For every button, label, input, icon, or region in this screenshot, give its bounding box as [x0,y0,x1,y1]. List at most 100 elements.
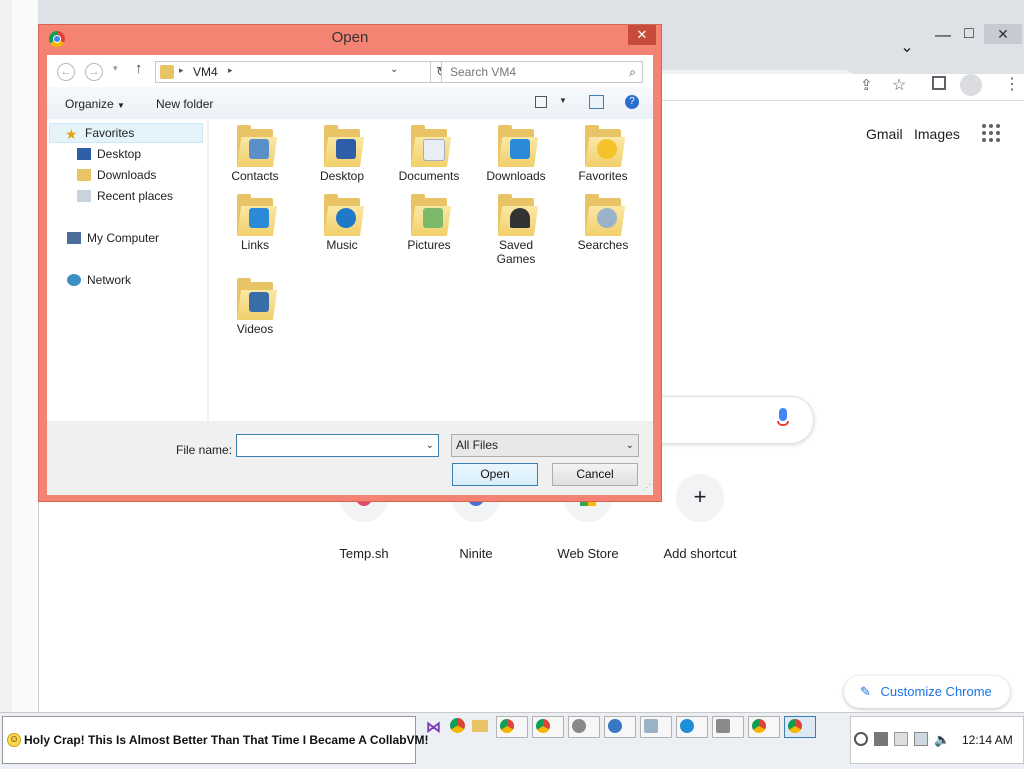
organize-button[interactable]: Organize ▼ [65,97,125,111]
taskbar-app-button[interactable] [568,716,600,738]
nav-label: Favorites [85,126,135,140]
links-folder-icon [237,192,278,236]
nav-label: My Computer [87,231,160,245]
folder-label: Music [326,238,358,252]
view-options-icon[interactable] [535,96,547,108]
folder-pictures[interactable]: Pictures [387,192,471,252]
gmail-link[interactable]: Gmail [866,126,903,142]
shortcut-label: Web Store [557,546,619,561]
folder-documents[interactable]: Documents [387,123,471,183]
explorer-taskbar-icon[interactable] [472,720,488,732]
microphone-icon[interactable] [776,408,790,430]
side-panel-icon[interactable] [932,76,946,90]
open-button[interactable]: Open [452,463,538,486]
open-file-dialog: Open ✕ ← → ▾ ↑ ▸ VM4 ▸ ⌄ ↻ Search VM4 ⌕ … [38,24,662,502]
resize-grip-icon[interactable]: ⋰ [643,483,651,492]
up-icon[interactable]: ↑ [135,60,143,77]
folder-label: Favorites [578,169,628,183]
back-icon[interactable]: ← [57,63,75,81]
globe-icon [608,719,622,733]
folder-favorites[interactable]: Favorites [561,123,645,183]
maximize-icon[interactable]: □ [954,24,984,44]
menu-kebab-icon[interactable]: ⋮ [1004,74,1020,94]
nav-my-computer[interactable]: My Computer [67,231,159,245]
taskbar-chrome-button[interactable] [748,716,780,738]
taskbar-chrome-button-active[interactable] [784,716,816,738]
close-window-icon[interactable]: ✕ [984,24,1022,44]
preview-pane-icon[interactable] [589,95,604,109]
new-folder-button[interactable]: New folder [156,97,213,111]
dialog-close-button[interactable]: ✕ [628,25,656,45]
taskbar-chrome-button[interactable] [532,716,564,738]
nav-favorites[interactable]: ★ Favorites [65,126,135,142]
tray-network-icon[interactable] [914,732,928,746]
folder-label: Links [240,238,269,252]
google-apps-icon[interactable] [982,124,1002,144]
user-folder-icon [160,65,174,79]
recent-locations-icon[interactable]: ▾ [113,63,118,74]
taskbar-globe-button[interactable] [604,716,636,738]
folder-label: Downloads [486,169,546,183]
folder-label: Pictures [407,238,451,252]
chrome-icon [752,719,766,733]
visual-studio-icon[interactable]: ⋈ [426,718,441,736]
cancel-button[interactable]: Cancel [552,463,638,486]
google-search-box[interactable] [660,396,814,444]
folder-links[interactable]: Links [213,192,297,252]
shortcut-label: Ninite [459,546,493,561]
help-icon[interactable]: ? [625,95,639,109]
bookmark-star-icon[interactable]: ☆ [892,75,906,95]
nav-recent-places[interactable]: Recent places [77,189,173,203]
clock[interactable]: 12:14 AM [962,733,1013,747]
breadcrumb-vm4[interactable]: VM4 [193,65,218,79]
contacts-folder-icon [237,123,278,167]
folder-label: Videos [236,322,274,336]
taskbar-app-button[interactable] [712,716,744,738]
folder-downloads[interactable]: Downloads [474,123,558,183]
file-name-input[interactable]: ⌄ [236,434,439,457]
address-dropdown-icon[interactable]: ⌄ [390,64,398,75]
shortcut-label: Add shortcut [663,546,737,561]
tray-app-icon[interactable] [854,732,868,746]
chrome-taskbar-icon[interactable] [450,718,465,733]
tray-flag-icon[interactable] [894,732,908,746]
search-input[interactable]: Search VM4 ⌕ [441,61,643,83]
dialog-title: Open [331,29,369,46]
folder-label: Searches [577,238,629,252]
images-link[interactable]: Images [914,126,960,142]
folder-videos[interactable]: Videos [213,276,297,336]
breadcrumb-arrow-icon: ▸ [179,65,184,75]
profile-avatar-icon[interactable] [960,74,982,96]
folder-label: Saved Games [496,238,536,266]
downloads-folder-icon [498,123,539,167]
folder-music[interactable]: Music [300,192,384,252]
folder-searches[interactable]: Searches [561,192,645,252]
share-icon[interactable]: ⇪ [860,76,873,94]
customize-chrome-button[interactable]: ✎ Customize Chrome [844,676,1010,708]
chevron-down-icon[interactable]: ⌄ [426,435,434,456]
taskbar-ie-button[interactable] [676,716,708,738]
shortcut-add[interactable]: + Add shortcut [650,474,750,561]
forward-icon[interactable]: → [85,63,103,81]
app-icon [572,719,586,733]
taskbar-app-button[interactable] [640,716,672,738]
folder-contacts[interactable]: Contacts [213,123,297,183]
address-row: ← → ▾ ↑ ▸ VM4 ▸ ⌄ ↻ Search VM4 ⌕ [47,55,653,87]
tray-stop-icon[interactable] [874,732,888,746]
breadcrumb-arrow-icon[interactable]: ▸ [228,65,233,76]
saved-games-folder-icon [498,192,539,236]
folder-desktop[interactable]: Desktop [300,123,384,183]
view-dropdown-icon[interactable]: ▼ [559,96,567,105]
network-icon [67,274,81,286]
nav-downloads[interactable]: Downloads [77,168,156,182]
ie-icon [680,719,694,733]
nav-network[interactable]: Network [67,273,131,287]
tray-volume-icon[interactable]: 🔈 [934,732,950,747]
pencil-icon: ✎ [860,684,871,699]
file-type-select[interactable]: All Files ⌄ [451,434,639,457]
nav-desktop[interactable]: Desktop [77,147,141,161]
tab-search-icon[interactable]: ⌄ [892,38,922,58]
address-bar[interactable]: ▸ VM4 ▸ ⌄ [155,61,431,83]
taskbar-chrome-button[interactable] [496,716,528,738]
folder-saved-games[interactable]: Saved Games [474,192,558,266]
